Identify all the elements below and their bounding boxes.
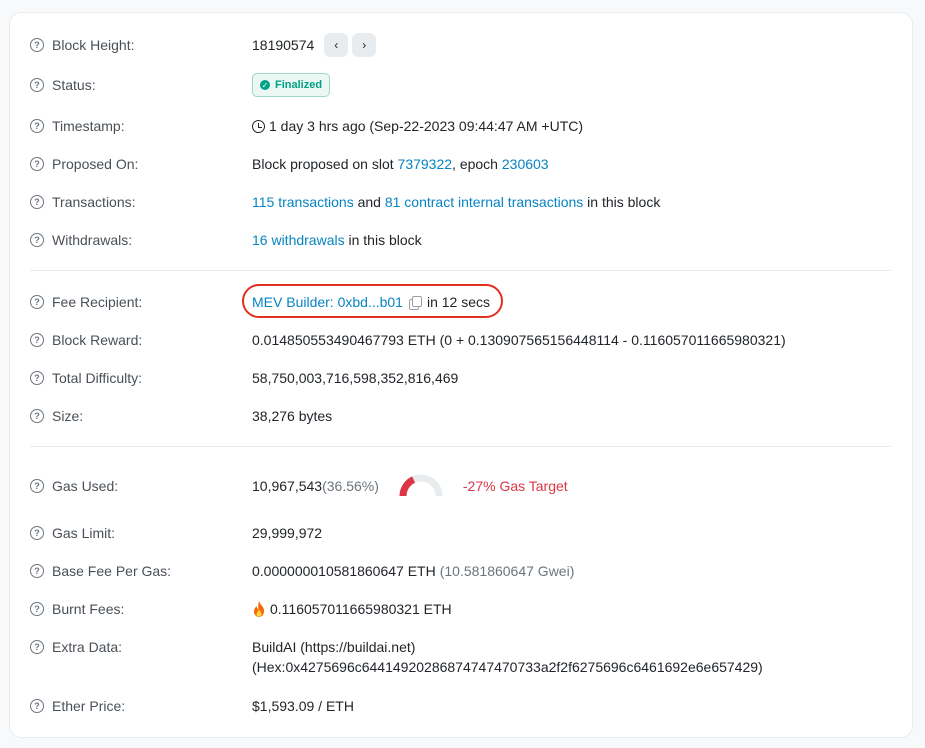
gas-limit-value: 29,999,972 (252, 525, 323, 541)
withdrawals-label: Withdrawals: (52, 232, 133, 248)
highlight-annotation (242, 284, 503, 318)
help-icon[interactable]: ? (30, 526, 44, 540)
section-divider (30, 270, 892, 271)
help-icon[interactable]: ? (30, 333, 44, 347)
base-fee-value: 0.00000001058186064​7 ETH (252, 563, 436, 579)
help-icon[interactable]: ? (30, 409, 44, 423)
block-height-label: Block Height: (52, 37, 135, 53)
status-badge: ✓ Finalized (252, 73, 331, 97)
help-icon[interactable]: ? (30, 564, 44, 578)
size-label: Size: (52, 408, 84, 424)
row-block-reward: ? Block Reward: 0.014850553490467793 ETH … (30, 328, 892, 352)
help-icon[interactable]: ? (30, 157, 44, 171)
next-block-button[interactable]: › (352, 33, 377, 57)
row-gas-limit: ? Gas Limit: 29,999,972 (30, 521, 892, 545)
help-icon[interactable]: ? (30, 479, 44, 493)
size-value: 38,276 bytes (252, 408, 333, 424)
row-gas-used: ? Gas Used: 10,967,543 (36.56%) -27% Gas … (30, 474, 892, 498)
help-icon[interactable]: ? (30, 38, 44, 52)
transactions-suffix: in this block (583, 194, 661, 210)
block-reward-value: 0.014850553490467793 ETH (0 + 0.13090756… (252, 332, 786, 348)
chevron-left-icon: ‹ (334, 38, 339, 52)
gauge-fill (399, 476, 416, 497)
help-icon[interactable]: ? (30, 233, 44, 247)
transactions-label: Transactions: (52, 194, 136, 210)
proposed-prefix: Block proposed on slot (252, 156, 398, 172)
proposed-mid: , epoch (452, 156, 502, 172)
timestamp-label: Timestamp: (52, 118, 125, 134)
fee-recipient-label: Fee Recipient: (52, 294, 143, 310)
help-icon[interactable]: ? (30, 699, 44, 713)
proposed-on-label: Proposed On: (52, 156, 139, 172)
row-size: ? Size: 38,276 bytes (30, 404, 892, 428)
gas-target-text: -27% Gas Target (462, 478, 568, 494)
help-icon[interactable]: ? (30, 295, 44, 309)
ether-price-label: Ether Price: (52, 698, 126, 714)
help-icon[interactable]: ? (30, 119, 44, 133)
transactions-link[interactable]: 115 transactions (252, 194, 354, 210)
block-reward-label: Block Reward: (52, 332, 143, 348)
withdrawals-link[interactable]: 16 withdrawals (252, 232, 345, 248)
row-block-height: ? Block Height: 18190574 ‹ › (30, 33, 892, 57)
extra-data-line2: (Hex:0x4275696c64414920286874747470733a2… (252, 659, 763, 675)
timestamp-value: 1 day 3 hrs ago (Sep-22-2023 09:44:47 AM… (269, 118, 584, 134)
fire-icon (254, 601, 264, 617)
help-icon[interactable]: ? (30, 640, 44, 654)
burnt-fees-value: 0.116057011665980321 ETH (270, 601, 452, 617)
help-icon[interactable]: ? (30, 602, 44, 616)
transactions-and: and (353, 194, 385, 210)
help-icon[interactable]: ? (30, 371, 44, 385)
block-details-card: ? Block Height: 18190574 ‹ › ? Status: ✓ Fi… (9, 12, 913, 738)
row-burnt-fees: ? Burnt Fees: 0.116057011665980321 ETH (30, 597, 892, 621)
check-circle-icon: ✓ (260, 80, 270, 90)
base-fee-label: Base Fee Per Gas: (52, 563, 172, 579)
gas-used-label: Gas Used: (52, 478, 119, 494)
burnt-fees-label: Burnt Fees: (52, 601, 125, 617)
gas-used-percent: (36.56%) (322, 478, 379, 494)
slot-link[interactable]: 7379322 (398, 156, 453, 172)
row-extra-data: ? Extra Data: BuildAI (https://buildai.ne… (30, 635, 892, 679)
block-height-value: 18190574 (252, 37, 315, 53)
row-withdrawals: ? Withdrawals: 16 withdrawals in this blo… (30, 228, 892, 252)
total-difficulty-value: 58,750,003,716,598,352,816,469 (252, 370, 459, 386)
row-transactions: ? Transactions: 115 transactions and 81 c… (30, 190, 892, 214)
row-total-difficulty: ? Total Difficulty: 58,750,003,716,598,35… (30, 366, 892, 390)
ether-price-value: $1,593.09 / ETH (252, 698, 354, 714)
row-timestamp: ? Timestamp: 1 day 3 hrs ago (Sep-22-2023… (30, 114, 892, 138)
section-divider (30, 446, 892, 447)
help-icon[interactable]: ? (30, 195, 44, 209)
prev-block-button[interactable]: ‹ (324, 33, 349, 57)
internal-transactions-link[interactable]: 81 contract internal transactions (385, 194, 583, 210)
status-badge-text: Finalized (275, 79, 323, 91)
row-status: ? Status: ✓ Finalized (30, 73, 892, 97)
chevron-right-icon: › (362, 38, 367, 52)
gas-limit-label: Gas Limit: (52, 525, 116, 541)
extra-data-label: Extra Data: (52, 639, 123, 655)
help-icon[interactable]: ? (30, 78, 44, 92)
epoch-link[interactable]: 230603 (502, 156, 549, 172)
row-base-fee: ? Base Fee Per Gas: 0.00000001058186064​7… (30, 559, 892, 583)
gas-used-value: 10,967,543 (252, 478, 323, 494)
status-label: Status: (52, 77, 96, 93)
base-fee-gwei: (10.581860647 Gwei) (439, 563, 575, 579)
row-ether-price: ? Ether Price: $1,593.09 / ETH (30, 694, 892, 718)
clock-icon (252, 119, 265, 133)
total-difficulty-label: Total Difficulty: (52, 370, 142, 386)
withdrawals-suffix: in this block (344, 232, 422, 248)
row-proposed-on: ? Proposed On: Block proposed on slot 737… (30, 152, 892, 176)
extra-data-line1: BuildAI (https://buildai.net) (252, 639, 416, 655)
gas-gauge (399, 474, 443, 497)
